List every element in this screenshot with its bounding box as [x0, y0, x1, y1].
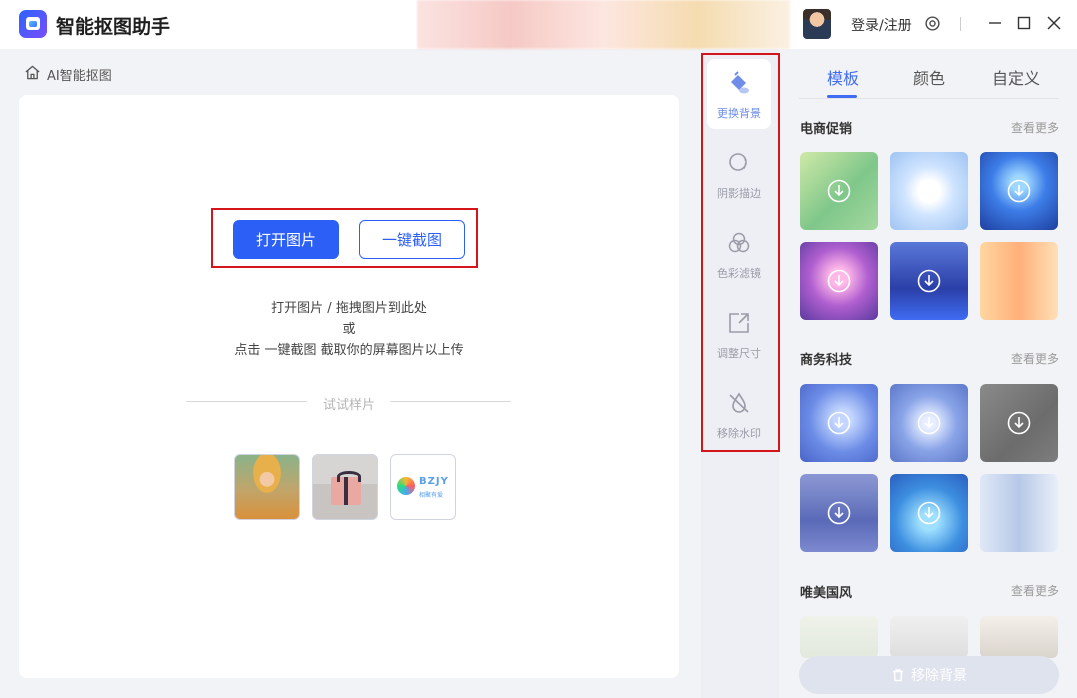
see-more-business-tech[interactable]: 查看更多 [1011, 350, 1059, 367]
divider-line [390, 401, 511, 402]
download-icon [827, 179, 851, 203]
section-title-ecommerce: 电商促销 [800, 122, 853, 137]
promo-banner[interactable] [417, 0, 790, 49]
section-title-chinese-style: 唯美国风 [800, 586, 853, 601]
template-thumbnail[interactable] [800, 616, 878, 658]
template-thumbnail[interactable] [890, 242, 968, 320]
maximize-icon[interactable] [1013, 12, 1035, 34]
template-thumbnail[interactable] [890, 384, 968, 462]
upload-workspace[interactable]: 打开图片 一键截图 打开图片 / 拖拽图片到此处 或 点击 一键截图 截取你的屏… [19, 95, 679, 678]
tools-highlight [701, 53, 780, 452]
upload-hint-or: 或 [342, 322, 356, 337]
see-more-ecommerce[interactable]: 查看更多 [1011, 119, 1059, 136]
download-icon [917, 269, 941, 293]
template-thumbnail[interactable] [890, 152, 968, 230]
user-avatar[interactable] [803, 9, 831, 39]
upload-hint: 打开图片 / 拖拽图片到此处 [271, 301, 427, 316]
download-icon [827, 411, 851, 435]
section-title-business-tech: 商务科技 [800, 353, 853, 368]
see-more-chinese-style[interactable]: 查看更多 [1011, 582, 1059, 599]
template-thumbnail[interactable] [800, 242, 878, 320]
home-icon[interactable] [24, 64, 41, 81]
tab-colors[interactable]: 颜色 [913, 65, 945, 89]
sample-image-logo[interactable]: BZJY 相聚有爱 [390, 454, 456, 520]
divider-line [186, 401, 307, 402]
title-bar: 智能抠图助手 登录/注册 [0, 0, 1077, 49]
sample-image-girl[interactable] [234, 454, 300, 520]
template-thumbnail[interactable] [980, 616, 1058, 658]
app-logo-icon [19, 10, 47, 38]
remove-background-label: 移除背景 [911, 668, 967, 684]
tab-custom[interactable]: 自定义 [992, 65, 1040, 89]
close-icon[interactable] [1043, 12, 1065, 34]
tab-divider [799, 98, 1059, 99]
download-icon [827, 269, 851, 293]
sample-logo-subtext: 相聚有爱 [419, 492, 444, 499]
template-thumbnail[interactable] [890, 616, 968, 658]
sample-image-gift[interactable] [312, 454, 378, 520]
trash-icon [893, 669, 903, 682]
download-icon [827, 501, 851, 525]
screenshot-hint: 点击 一键截图 截取你的屏幕图片以上传 [234, 343, 464, 358]
login-register-link[interactable]: 登录/注册 [851, 15, 912, 35]
template-thumbnail[interactable] [980, 242, 1058, 320]
template-thumbnail[interactable] [800, 152, 878, 230]
sample-logo-text: BZJY [419, 476, 449, 487]
download-icon [1007, 411, 1031, 435]
template-thumbnail[interactable] [890, 474, 968, 552]
gift-box-graphic [331, 471, 361, 505]
template-thumbnail[interactable] [980, 474, 1058, 552]
settings-icon[interactable] [924, 15, 941, 32]
template-thumbnail[interactable] [800, 474, 878, 552]
samples-label: 试试样片 [322, 398, 375, 413]
logo-burst-graphic [397, 477, 415, 495]
app-title: 智能抠图助手 [56, 16, 171, 38]
minimize-icon[interactable] [984, 12, 1006, 34]
window-controls-divider [960, 17, 961, 31]
template-thumbnail[interactable] [800, 384, 878, 462]
breadcrumb-current: AI智能抠图 [47, 69, 112, 84]
download-icon [917, 411, 941, 435]
screenshot-button[interactable]: 一键截图 [359, 220, 465, 259]
open-image-button[interactable]: 打开图片 [233, 220, 339, 259]
tab-templates[interactable]: 模板 [827, 65, 859, 89]
download-icon [917, 501, 941, 525]
template-thumbnail[interactable] [980, 152, 1058, 230]
template-thumbnail[interactable] [980, 384, 1058, 462]
remove-background-button[interactable]: 移除背景 [799, 656, 1059, 694]
download-icon [1007, 179, 1031, 203]
